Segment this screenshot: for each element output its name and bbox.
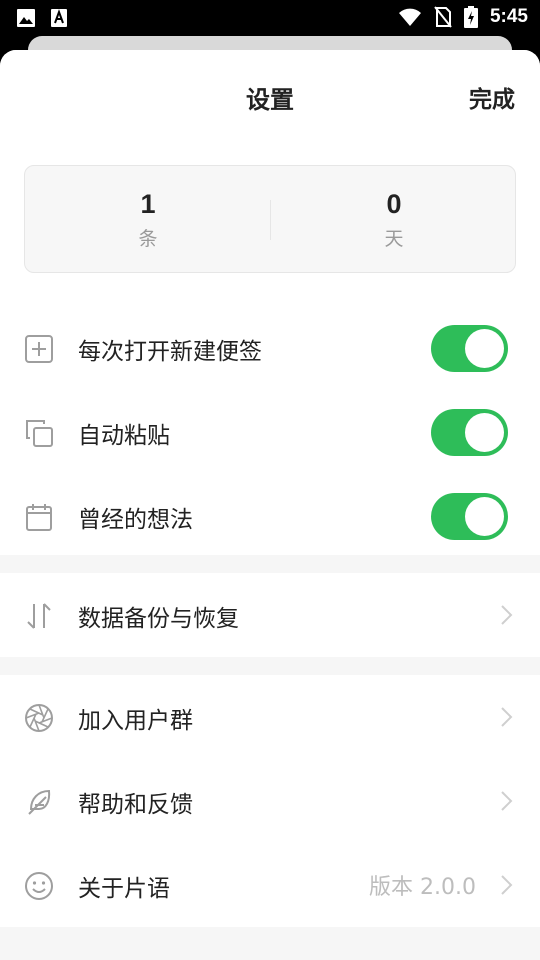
sort-arrows-icon xyxy=(27,603,51,629)
join-user-group-row[interactable]: 加入用户群 xyxy=(0,675,540,759)
setting-label: 每次打开新建便签 xyxy=(78,339,262,365)
about-app-row[interactable]: 关于片语 版本 2.0.0 xyxy=(0,843,540,927)
page-title: 设置 xyxy=(246,86,294,114)
links-section: 加入用户群 帮助和反馈 关于片语 版本 2.0.0 xyxy=(0,675,540,927)
no-sim-icon xyxy=(434,6,452,28)
row-label: 关于片语 xyxy=(78,876,170,902)
font-icon xyxy=(51,9,67,27)
stat-unit: 条 xyxy=(138,228,158,250)
setting-new-note-on-open: 每次打开新建便签 xyxy=(0,306,540,390)
auto-paste-toggle[interactable] xyxy=(431,409,508,456)
stat-unit: 天 xyxy=(384,228,404,250)
settings-sheet: 设置 完成 1 条 0 天 每次打开新建便签 自动粘贴 曾经的想法 数据备份与恢… xyxy=(0,50,540,960)
smile-icon xyxy=(25,872,53,900)
status-time: 5:45 xyxy=(489,6,528,27)
copy-icon xyxy=(26,420,53,447)
settings-top-section: 设置 完成 1 条 0 天 每次打开新建便签 自动粘贴 曾经的想法 xyxy=(0,50,540,555)
chevron-right-icon xyxy=(501,707,513,727)
past-thoughts-toggle[interactable] xyxy=(431,493,508,540)
aperture-icon xyxy=(25,704,53,732)
battery-charging-icon xyxy=(463,6,478,28)
stat-value: 1 xyxy=(140,189,156,219)
image-icon xyxy=(17,9,35,27)
done-button[interactable]: 完成 xyxy=(469,80,515,114)
plus-square-icon xyxy=(25,335,53,363)
calendar-icon xyxy=(26,504,52,531)
stat-days-count: 0 天 xyxy=(271,188,517,251)
version-text: 版本 2.0.0 xyxy=(369,875,476,900)
toggle-knob xyxy=(465,497,504,536)
stat-notes-count: 1 条 xyxy=(25,188,271,251)
backup-section: 数据备份与恢复 xyxy=(0,573,540,657)
chevron-right-icon xyxy=(501,605,513,625)
setting-past-thoughts: 曾经的想法 xyxy=(0,474,540,558)
row-label: 帮助和反馈 xyxy=(78,792,193,818)
backup-restore-row[interactable]: 数据备份与恢复 xyxy=(0,573,540,657)
feather-icon xyxy=(28,789,51,815)
chevron-right-icon xyxy=(501,791,513,811)
toggle-knob xyxy=(465,413,504,452)
stats-card: 1 条 0 天 xyxy=(24,165,516,273)
chevron-right-icon xyxy=(501,875,513,895)
row-label: 加入用户群 xyxy=(78,708,193,734)
wifi-icon xyxy=(398,8,421,26)
stat-value: 0 xyxy=(386,189,402,219)
new-note-toggle[interactable] xyxy=(431,325,508,372)
help-feedback-row[interactable]: 帮助和反馈 xyxy=(0,759,540,843)
setting-auto-paste: 自动粘贴 xyxy=(0,390,540,474)
setting-label: 曾经的想法 xyxy=(78,507,193,533)
setting-label: 自动粘贴 xyxy=(78,423,170,449)
toggle-knob xyxy=(465,329,504,368)
status-bar: 5:45 xyxy=(0,0,540,36)
row-label: 数据备份与恢复 xyxy=(78,606,239,632)
